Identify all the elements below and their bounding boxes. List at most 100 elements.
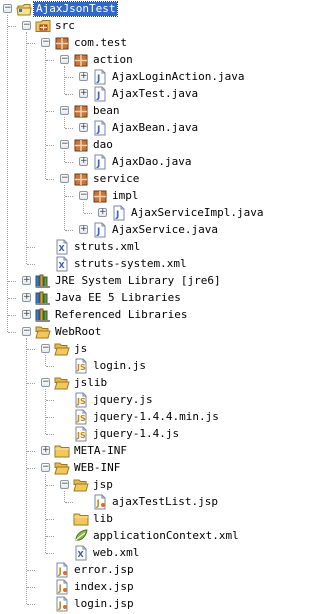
- expand-toggle-icon[interactable]: +: [79, 89, 88, 98]
- expand-toggle-icon[interactable]: +: [22, 276, 31, 285]
- tree-item-label[interactable]: WebRoot: [53, 325, 103, 339]
- svg-text:X: X: [59, 261, 66, 270]
- tree-item[interactable]: − bean: [0, 102, 261, 120]
- tree-item[interactable]: + J AjaxService.java: [0, 221, 261, 239]
- collapse-toggle-icon[interactable]: −: [60, 55, 69, 64]
- tree-item-label[interactable]: jquery.js: [91, 393, 155, 407]
- collapse-toggle-icon[interactable]: −: [41, 463, 50, 472]
- tree-item-label[interactable]: jslib: [72, 376, 109, 390]
- tree-item-label[interactable]: com.test: [72, 36, 129, 50]
- expand-toggle-icon[interactable]: +: [22, 310, 31, 319]
- tree-item-label[interactable]: WEB-INF: [72, 461, 122, 475]
- folder-open-icon: [54, 462, 70, 475]
- expand-toggle-icon[interactable]: +: [22, 293, 31, 302]
- tree-item-label[interactable]: web.xml: [91, 546, 141, 560]
- tree-item-label[interactable]: jquery-1.4.js: [91, 427, 181, 441]
- collapse-toggle-icon[interactable]: −: [60, 480, 69, 489]
- tree-item[interactable]: JS jquery-1.4.js: [0, 425, 261, 443]
- collapse-toggle-icon[interactable]: −: [22, 327, 31, 336]
- tree-item-label[interactable]: action: [91, 53, 135, 67]
- tree-item[interactable]: − jslib: [0, 374, 261, 392]
- tree-item-label[interactable]: service: [91, 172, 141, 186]
- collapse-toggle-icon[interactable]: −: [60, 140, 69, 149]
- collapse-toggle-icon[interactable]: −: [60, 174, 69, 183]
- tree-item[interactable]: + J AjaxServiceImpl.java: [0, 204, 263, 222]
- tree-item-label[interactable]: JRE System Library [jre6]: [53, 274, 223, 288]
- collapse-toggle-icon[interactable]: −: [41, 378, 50, 387]
- tree-item-label[interactable]: index.jsp: [72, 580, 136, 594]
- tree-item[interactable]: JS jquery.js: [0, 391, 261, 409]
- collapse-toggle-icon[interactable]: −: [79, 191, 88, 200]
- tree-item-label[interactable]: AjaxJsonTest: [32, 1, 119, 17]
- tree-item-label[interactable]: error.jsp: [72, 563, 136, 577]
- svg-text:J: J: [96, 91, 100, 101]
- tree-item-label[interactable]: AjaxTest.java: [110, 87, 200, 101]
- tree-item-label[interactable]: ajaxTestList.jsp: [110, 495, 220, 509]
- collapse-toggle-icon[interactable]: −: [22, 21, 31, 30]
- tree-item[interactable]: + META-INF: [0, 442, 261, 460]
- tree-item[interactable]: − AjaxJsonTest: [0, 0, 261, 18]
- tree-item[interactable]: + J AjaxDao.java: [0, 153, 261, 171]
- tree-item-label[interactable]: jsp: [91, 478, 115, 492]
- tree-item[interactable]: − dao: [0, 136, 261, 154]
- tree-item-label[interactable]: dao: [91, 138, 115, 152]
- collapse-toggle-icon[interactable]: −: [3, 4, 12, 13]
- tree-item-label[interactable]: Java EE 5 Libraries: [53, 291, 183, 305]
- tree-item[interactable]: Xstruts.xml: [0, 238, 261, 256]
- tree-item-label[interactable]: AjaxDao.java: [110, 155, 193, 169]
- tree-item[interactable]: − jsp: [0, 476, 261, 494]
- tree-item[interactable]: + JRE System Library [jre6]: [0, 272, 261, 290]
- tree-item[interactable]: − WEB-INF: [0, 459, 261, 477]
- tree-item[interactable]: Xweb.xml: [0, 544, 261, 562]
- tree-item-label[interactable]: META-INF: [72, 444, 129, 458]
- tree-item[interactable]: − action: [0, 51, 261, 69]
- tree-item-label[interactable]: AjaxBean.java: [110, 121, 200, 135]
- tree-item-label[interactable]: lib: [91, 512, 115, 526]
- tree-item[interactable]: − src: [0, 17, 261, 35]
- expand-toggle-icon[interactable]: +: [79, 157, 88, 166]
- tree-item-label[interactable]: AjaxLoginAction.java: [110, 70, 246, 84]
- tree-item-label[interactable]: js: [72, 342, 89, 356]
- collapse-toggle-icon[interactable]: −: [60, 106, 69, 115]
- collapse-toggle-icon[interactable]: −: [41, 344, 50, 353]
- tree-item[interactable]: + J AjaxBean.java: [0, 119, 261, 137]
- tree-item[interactable]: + Java EE 5 Libraries: [0, 289, 261, 307]
- tree-item-label[interactable]: login.js: [91, 359, 148, 373]
- tree-item[interactable]: Xstruts-system.xml: [0, 255, 261, 273]
- expand-toggle-icon[interactable]: +: [79, 72, 88, 81]
- tree-item-label[interactable]: bean: [91, 104, 122, 118]
- expand-toggle-icon[interactable]: +: [79, 123, 88, 132]
- tree-item-label[interactable]: src: [53, 19, 77, 33]
- tree-item[interactable]: + J AjaxLoginAction.java: [0, 68, 261, 86]
- tree-item[interactable]: Jerror.jsp: [0, 561, 261, 579]
- tree-item[interactable]: JajaxTestList.jsp: [0, 493, 261, 511]
- tree-item-label[interactable]: AjaxServiceImpl.java: [129, 206, 265, 220]
- tree-item[interactable]: − js: [0, 340, 261, 358]
- tree-item-label[interactable]: impl: [110, 189, 141, 203]
- expand-toggle-icon[interactable]: +: [79, 225, 88, 234]
- tree-item[interactable]: Jlogin.jsp: [0, 595, 261, 613]
- tree-item[interactable]: JS jquery-1.4.4.min.js: [0, 408, 261, 426]
- tree-item[interactable]: Jindex.jsp: [0, 578, 261, 596]
- tree-item[interactable]: − service: [0, 170, 261, 188]
- tree-item-label[interactable]: Referenced Libraries: [53, 308, 189, 322]
- tree-item[interactable]: + Referenced Libraries: [0, 306, 261, 324]
- tree-item[interactable]: lib: [0, 510, 261, 528]
- expand-toggle-icon[interactable]: +: [41, 446, 50, 455]
- project-explorer-tree: − AjaxJsonTest − src − com.test − action + J AjaxL…: [0, 0, 263, 614]
- tree-item[interactable]: applicationContext.xml: [0, 527, 261, 545]
- tree-item[interactable]: − com.test: [0, 34, 261, 52]
- tree-item-label[interactable]: jquery-1.4.4.min.js: [91, 410, 221, 424]
- tree-item-label[interactable]: login.jsp: [72, 597, 136, 611]
- tree-item[interactable]: − WebRoot: [0, 323, 261, 341]
- tree-item-label[interactable]: struts-system.xml: [72, 257, 189, 271]
- tree-item-label[interactable]: AjaxService.java: [110, 223, 220, 237]
- tree-item-label[interactable]: struts.xml: [72, 240, 142, 254]
- folder-open-icon: [35, 326, 51, 339]
- tree-item[interactable]: + J AjaxTest.java: [0, 85, 261, 103]
- tree-item[interactable]: − impl: [0, 187, 261, 205]
- tree-item-label[interactable]: applicationContext.xml: [91, 529, 241, 543]
- collapse-toggle-icon[interactable]: −: [41, 38, 50, 47]
- expand-toggle-icon[interactable]: +: [98, 208, 107, 217]
- tree-item[interactable]: JS login.js: [0, 357, 261, 375]
